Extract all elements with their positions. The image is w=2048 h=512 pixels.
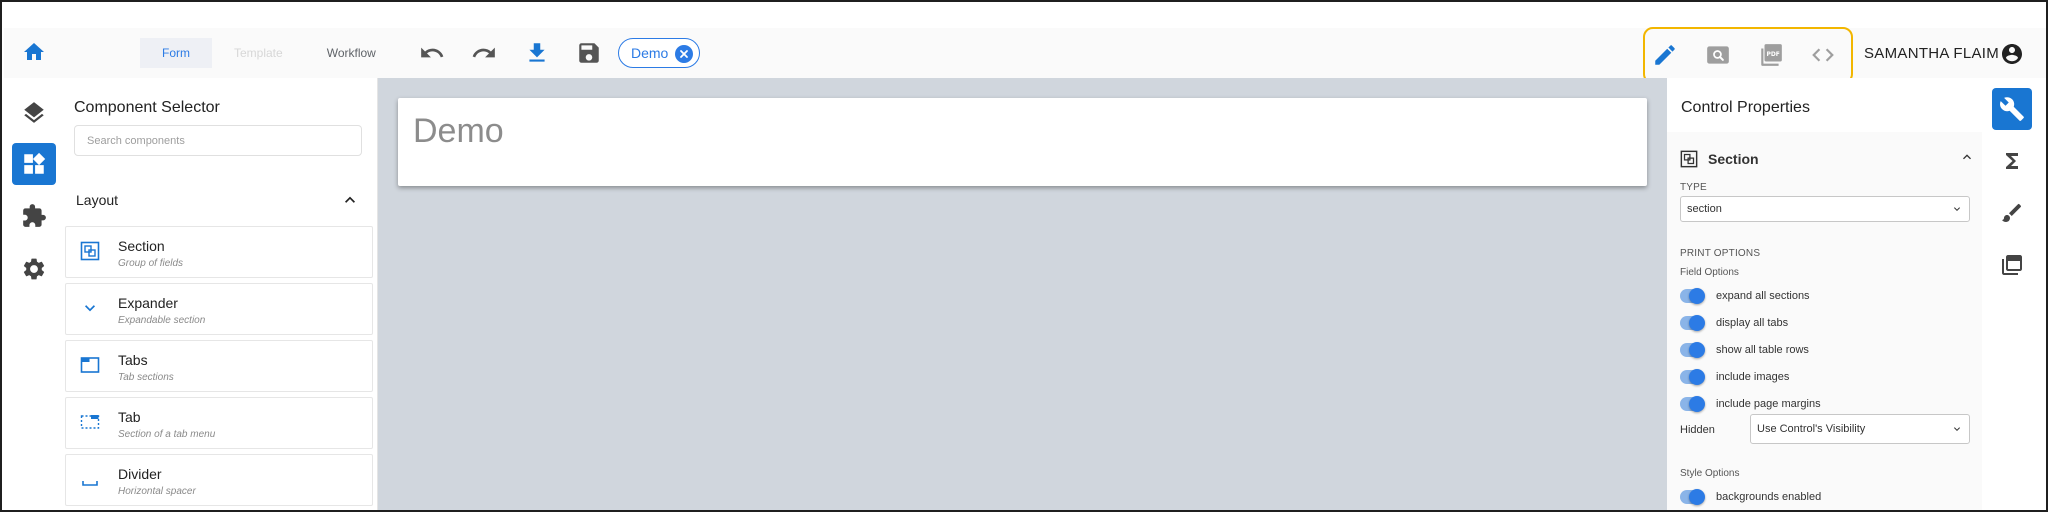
toggle-include-page-margins[interactable]: include page margins [1680,396,1970,412]
account-icon[interactable] [2000,42,2024,66]
component-description: Group of fields [118,258,184,269]
rail-layers-button[interactable] [12,92,56,134]
toggle-switch[interactable] [1680,489,1705,505]
rail-formula-button[interactable] [1992,140,2032,182]
component-selector-panel: Component Selector Search components Lay… [64,78,378,510]
top-strip [4,4,2046,28]
component-description: Tab sections [118,372,174,383]
mode-tabs: Form Template Workflow [140,38,398,68]
toggle-label: include images [1716,371,1790,383]
home-icon[interactable] [22,40,46,64]
component-name: Divider [118,466,162,482]
component-item-divider[interactable]: Divider Horizontal spacer [65,454,373,506]
control-properties-title: Control Properties [1681,99,1810,116]
component-item-tabs[interactable]: Tabs Tab sections [65,340,373,392]
component-item-tab[interactable]: Tab Section of a tab menu [65,397,373,449]
rail-extensions-button[interactable] [12,195,56,237]
tab-workflow[interactable]: Workflow [305,38,398,68]
layout-group-header[interactable]: Layout [76,188,366,212]
chevron-down-icon [1951,203,1963,215]
type-label: TYPE [1680,182,1707,193]
rail-components-button[interactable] [12,143,56,185]
divider-icon [80,469,100,489]
component-item-section[interactable]: Section Group of fields [65,226,373,278]
chevron-up-icon[interactable] [1959,149,1975,165]
right-rail [1982,78,2046,510]
gear-icon [21,256,47,282]
print-options-label: PRINT OPTIONS [1680,248,1761,259]
user-name[interactable]: SAMANTHA FLAIM [1864,45,1999,62]
form-title[interactable]: Demo [413,112,504,151]
component-name: Tab [118,409,141,425]
brush-icon [2000,201,2024,225]
chevron-up-icon[interactable] [340,190,360,210]
component-item-expander[interactable]: Expander Expandable section [65,283,373,335]
undo-icon[interactable] [418,40,446,66]
chevron-down-icon [80,298,100,318]
toggle-switch[interactable] [1680,396,1705,412]
component-name: Section [118,238,165,254]
hidden-label: Hidden [1680,424,1715,436]
toggle-backgrounds-enabled[interactable]: backgrounds enabled [1680,489,1970,505]
library-icon [2000,253,2024,277]
toggle-display-all-tabs[interactable]: display all tabs [1680,315,1970,331]
toggle-switch[interactable] [1680,315,1705,331]
layers-icon [21,100,47,126]
app-window: Form Template Workflow Demo PDF SAMANTHA… [0,0,2048,512]
form-canvas[interactable]: Demo [378,78,1667,510]
section-icon [1680,150,1698,168]
download-icon[interactable] [524,40,550,66]
hidden-select[interactable]: Use Control's Visibility [1750,414,1970,444]
selected-control-name: Section [1708,151,1759,167]
hidden-select-value: Use Control's Visibility [1757,423,1866,435]
style-options-label: Style Options [1680,468,1740,479]
widgets-icon [21,151,47,177]
toggle-label: expand all sections [1716,290,1810,302]
field-options-label: Field Options [1680,267,1739,278]
toggle-label: include page margins [1716,398,1821,410]
toggle-switch[interactable] [1680,369,1705,385]
rail-style-button[interactable] [1992,192,2032,234]
type-select[interactable]: section [1680,196,1970,222]
component-name: Expander [118,295,178,311]
toggle-switch[interactable] [1680,342,1705,358]
toggle-label: show all table rows [1716,344,1809,356]
component-selector-title: Component Selector [74,99,220,116]
properties-body: Section TYPE section PRINT OPTIONS Field… [1667,132,1982,510]
component-description: Horizontal spacer [118,486,196,497]
section-icon [80,241,100,261]
control-properties-panel: Control Properties Section TYPE section … [1667,78,1982,510]
close-icon[interactable] [675,45,693,63]
search-input[interactable]: Search components [74,125,362,156]
chevron-down-icon [1951,423,1963,435]
puzzle-icon [21,203,47,229]
view-mode-highlight [1643,27,1853,84]
tab-icon [80,412,100,432]
sigma-icon [2000,149,2024,173]
component-name: Tabs [118,352,148,368]
toggle-show-all-table-rows[interactable]: show all table rows [1680,342,1970,358]
component-description: Section of a tab menu [118,429,216,440]
layout-group-label: Layout [76,192,119,208]
rail-library-button[interactable] [1992,244,2032,286]
form-chip[interactable]: Demo [618,38,700,68]
type-select-value: section [1687,203,1722,215]
toggle-switch[interactable] [1680,288,1705,304]
toggle-include-images[interactable]: include images [1680,369,1970,385]
form-header-card[interactable]: Demo [398,98,1647,186]
tab-form[interactable]: Form [140,38,212,68]
component-description: Expandable section [118,315,206,326]
rail-properties-button[interactable] [1992,88,2032,130]
redo-icon[interactable] [470,40,498,66]
left-rail [4,78,64,510]
form-chip-label: Demo [631,45,669,61]
tabs-icon [80,355,100,375]
toggle-label: display all tabs [1716,317,1789,329]
rail-settings-button[interactable] [12,248,56,290]
toggle-label: backgrounds enabled [1716,491,1822,503]
save-icon[interactable] [576,40,602,66]
wrench-icon [1999,96,2025,122]
toggle-expand-all-sections[interactable]: expand all sections [1680,288,1970,304]
tab-template[interactable]: Template [212,38,305,68]
